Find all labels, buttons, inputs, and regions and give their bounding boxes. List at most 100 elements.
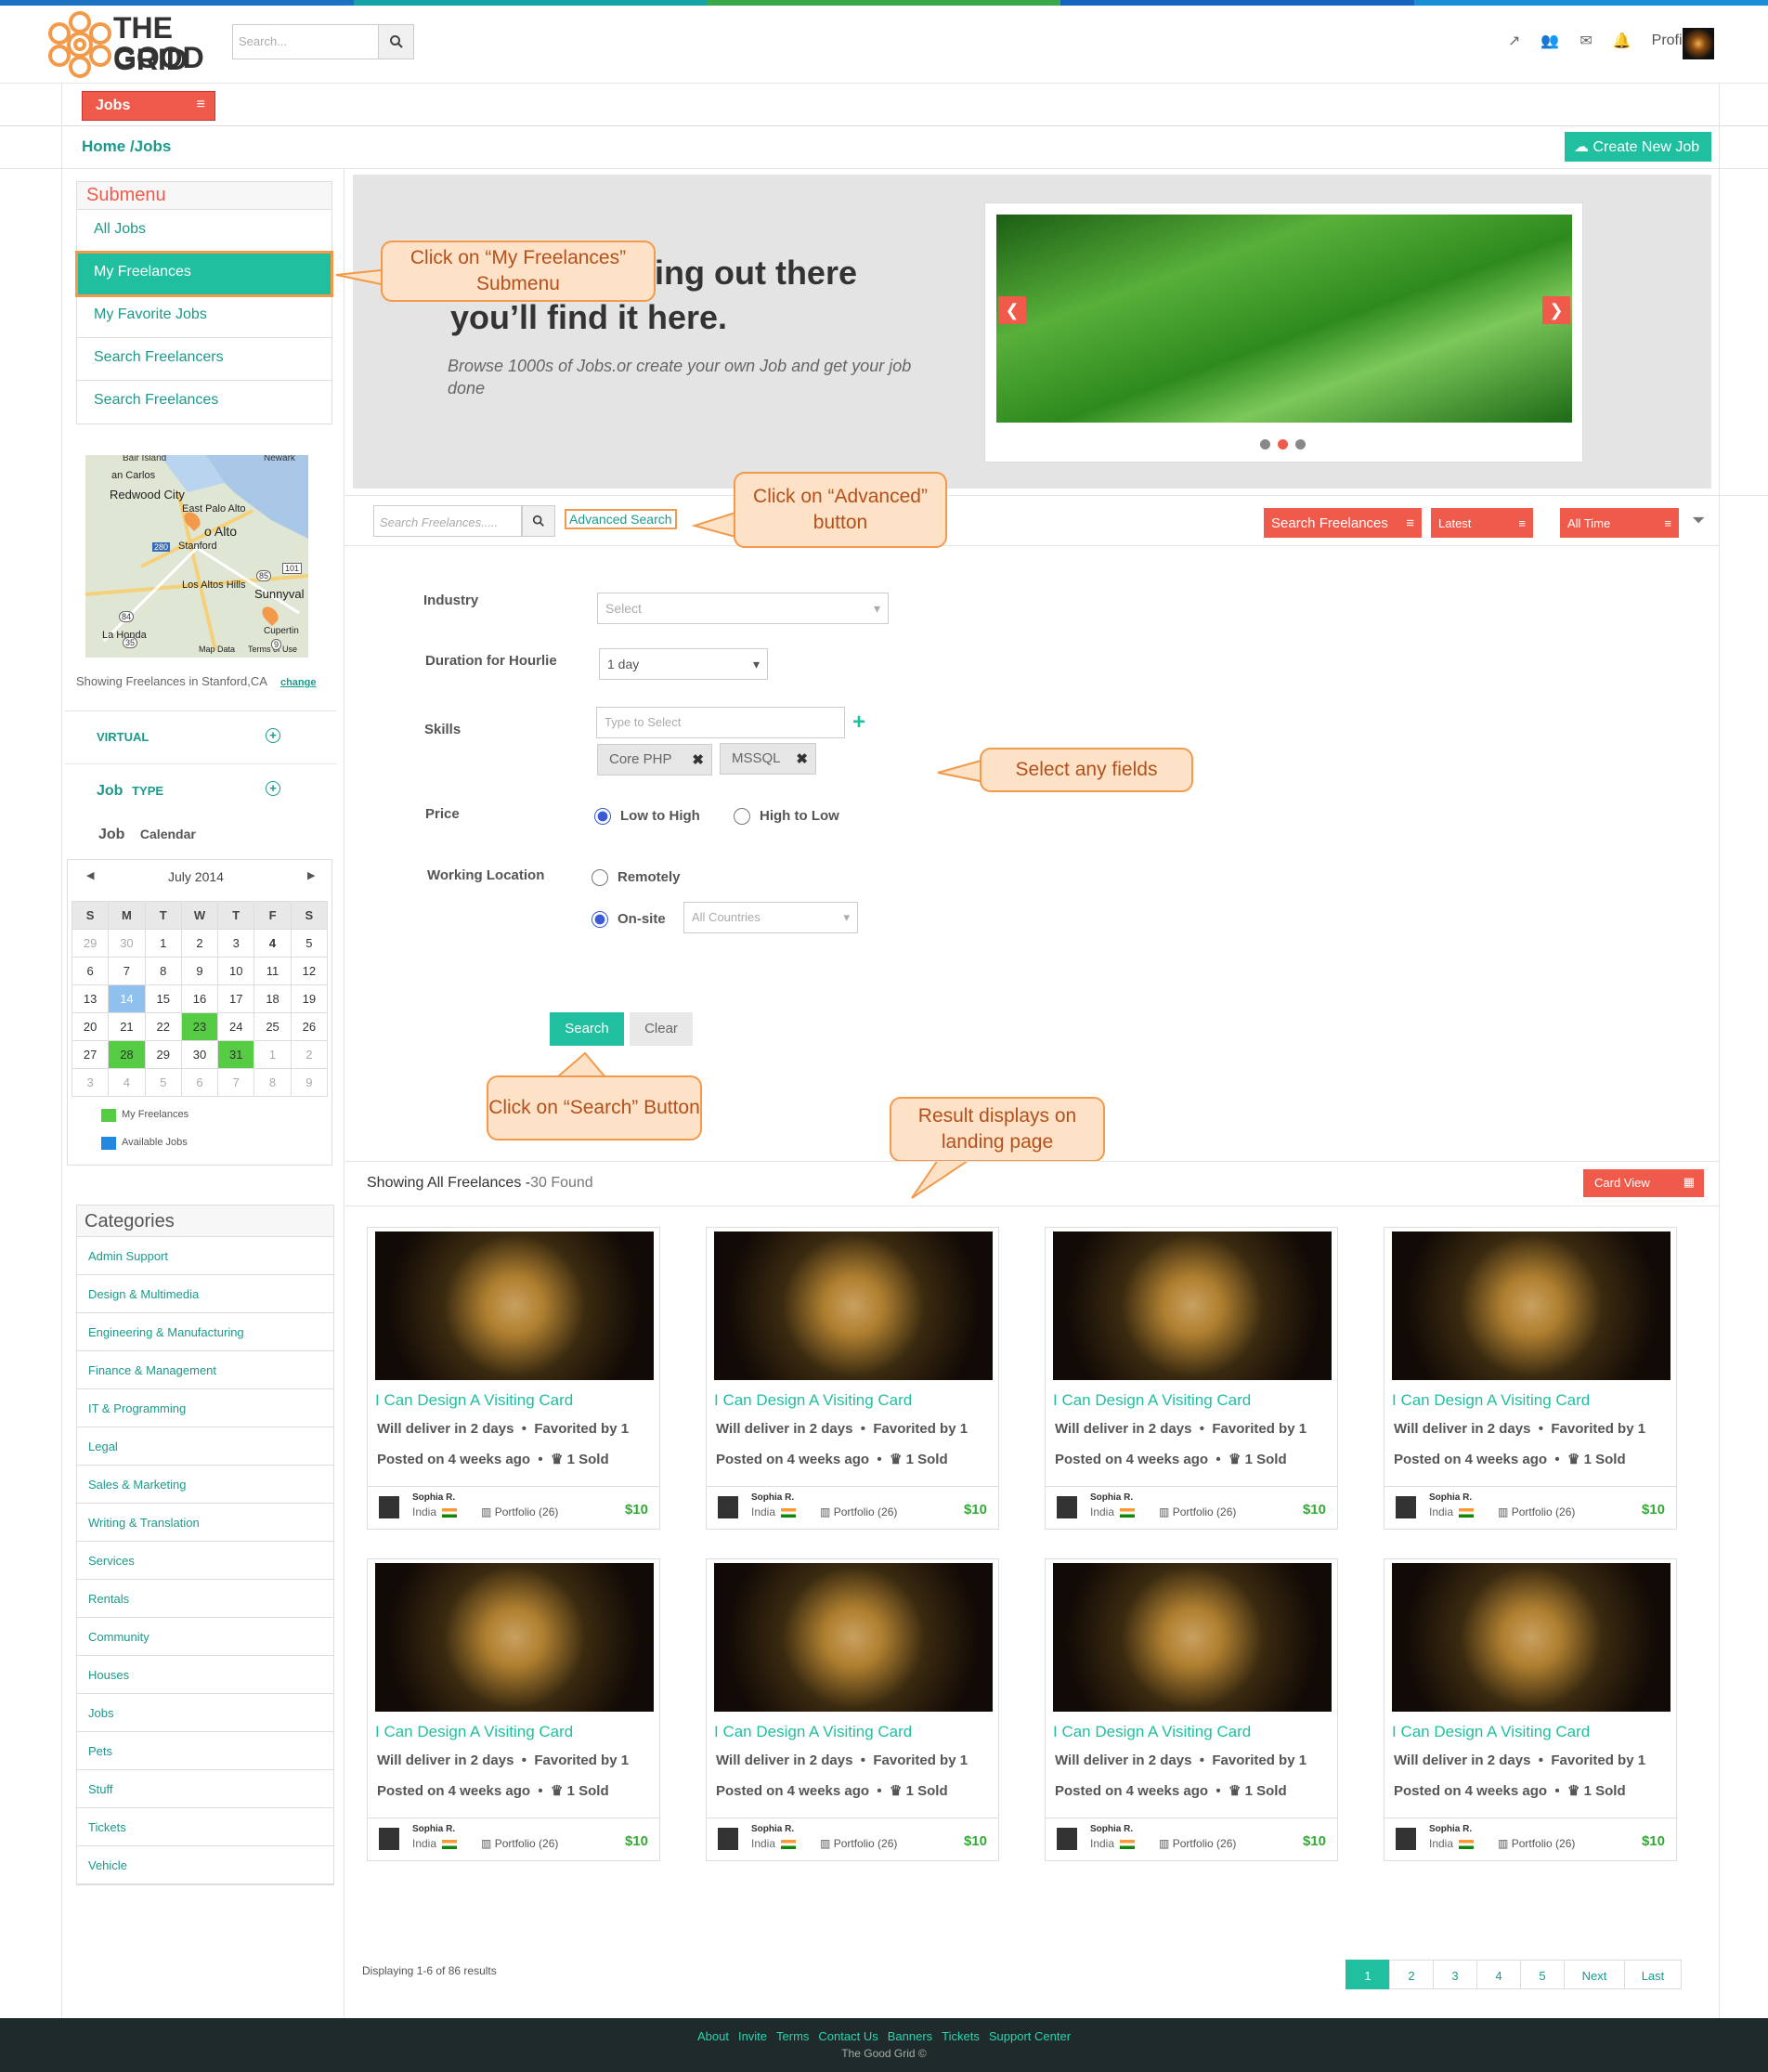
seller-avatar[interactable] xyxy=(379,1496,399,1518)
portfolio-link[interactable]: ▥ Portfolio (26) xyxy=(481,1505,558,1518)
seller-avatar[interactable] xyxy=(1396,1828,1416,1850)
category-item[interactable]: Sales & Marketing xyxy=(77,1466,333,1504)
card-title[interactable]: I Can Design A Visiting Card xyxy=(1053,1723,1251,1741)
card-title[interactable]: I Can Design A Visiting Card xyxy=(375,1391,573,1410)
category-item[interactable]: Pets xyxy=(77,1732,333,1770)
india-flag-icon xyxy=(1120,1839,1136,1849)
card-posted: Posted on 4 weeks ago xyxy=(1055,1783,1209,1799)
last-page-button[interactable]: Last xyxy=(1624,1960,1682,1989)
trophy-icon: ♛ xyxy=(550,1783,564,1799)
card-title[interactable]: I Can Design A Visiting Card xyxy=(714,1391,912,1410)
card-favorited: Favorited by 1 xyxy=(1212,1421,1307,1437)
freelance-card[interactable]: I Can Design A Visiting Card Will deliver… xyxy=(367,1558,660,1861)
portfolio-link[interactable]: ▥ Portfolio (26) xyxy=(1498,1505,1575,1518)
footer-link[interactable]: About xyxy=(697,2029,729,2043)
seller-name[interactable]: Sophia R. xyxy=(412,1492,455,1503)
seller-name[interactable]: Sophia R. xyxy=(1429,1824,1472,1834)
freelance-card[interactable]: I Can Design A Visiting Card Will deliver… xyxy=(1384,1227,1677,1530)
category-item[interactable]: Design & Multimedia xyxy=(77,1275,333,1313)
card-title[interactable]: I Can Design A Visiting Card xyxy=(1053,1391,1251,1410)
card-image[interactable] xyxy=(714,1563,993,1712)
page-button[interactable]: 1 xyxy=(1346,1960,1390,1989)
category-item[interactable]: Admin Support xyxy=(77,1237,333,1275)
portfolio-link[interactable]: ▥ Portfolio (26) xyxy=(820,1837,897,1850)
footer-link[interactable]: Terms xyxy=(776,2029,809,2043)
next-page-button[interactable]: Next xyxy=(1564,1960,1625,1989)
card-view-button[interactable]: Card View ▦ xyxy=(1583,1169,1704,1197)
category-item[interactable]: Finance & Management xyxy=(77,1351,333,1389)
portfolio-link[interactable]: ▥ Portfolio (26) xyxy=(1159,1505,1236,1518)
callout-my-freelances: Click on “My Freelances” Submenu xyxy=(381,241,656,302)
card-image[interactable] xyxy=(1392,1563,1670,1712)
category-item[interactable]: Houses xyxy=(77,1656,333,1694)
seller-avatar[interactable] xyxy=(1057,1496,1077,1518)
footer-copyright: The Good Grid © xyxy=(841,2047,927,2060)
seller-name[interactable]: Sophia R. xyxy=(751,1492,794,1503)
seller-avatar[interactable] xyxy=(718,1828,738,1850)
seller-avatar[interactable] xyxy=(1057,1828,1077,1850)
trophy-icon: ♛ xyxy=(1566,1452,1580,1467)
india-flag-icon xyxy=(781,1507,797,1518)
seller-avatar[interactable] xyxy=(1396,1496,1416,1518)
page-button[interactable]: 3 xyxy=(1433,1960,1477,1989)
page-button[interactable]: 5 xyxy=(1520,1960,1565,1989)
freelance-card[interactable]: I Can Design A Visiting Card Will deliver… xyxy=(706,1558,999,1861)
card-meta-2: Posted on 4 weeks ago • ♛ 1 Sold xyxy=(1055,1452,1287,1467)
footer-link[interactable]: Banners xyxy=(888,2029,932,2043)
footer-link[interactable]: Tickets xyxy=(942,2029,980,2043)
card-meta-1: Will deliver in 2 days • Favorited by 1 xyxy=(1394,1421,1646,1437)
category-item[interactable]: IT & Programming xyxy=(77,1389,333,1427)
page-button[interactable]: 4 xyxy=(1476,1960,1521,1989)
category-item[interactable]: Jobs xyxy=(77,1694,333,1732)
footer-link[interactable]: Support Center xyxy=(989,2029,1071,2043)
seller-name[interactable]: Sophia R. xyxy=(751,1824,794,1834)
card-image[interactable] xyxy=(375,1231,654,1380)
seller-name[interactable]: Sophia R. xyxy=(1090,1492,1133,1503)
card-title[interactable]: I Can Design A Visiting Card xyxy=(714,1723,912,1741)
card-posted: Posted on 4 weeks ago xyxy=(377,1783,531,1799)
portfolio-link[interactable]: ▥ Portfolio (26) xyxy=(820,1505,897,1518)
card-image[interactable] xyxy=(1053,1231,1332,1380)
category-item[interactable]: Rentals xyxy=(77,1580,333,1618)
seller-country-wrap: India xyxy=(412,1837,458,1850)
card-image[interactable] xyxy=(714,1231,993,1380)
category-item[interactable]: Legal xyxy=(77,1427,333,1466)
card-image[interactable] xyxy=(1392,1231,1670,1380)
seller-name[interactable]: Sophia R. xyxy=(1429,1492,1472,1503)
card-title[interactable]: I Can Design A Visiting Card xyxy=(1392,1723,1590,1741)
freelance-card[interactable]: I Can Design A Visiting Card Will deliver… xyxy=(367,1227,660,1530)
seller-avatar[interactable] xyxy=(718,1496,738,1518)
freelance-card[interactable]: I Can Design A Visiting Card Will deliver… xyxy=(1384,1558,1677,1861)
card-image[interactable] xyxy=(1053,1563,1332,1712)
portfolio-label: Portfolio (26) xyxy=(1172,1837,1237,1850)
category-item[interactable]: Engineering & Manufacturing xyxy=(77,1313,333,1351)
freelance-card[interactable]: I Can Design A Visiting Card Will deliver… xyxy=(1045,1227,1338,1530)
portfolio-link[interactable]: ▥ Portfolio (26) xyxy=(1159,1837,1236,1850)
portfolio-link[interactable]: ▥ Portfolio (26) xyxy=(1498,1837,1575,1850)
india-flag-icon xyxy=(442,1507,458,1518)
seller-country: India xyxy=(751,1837,776,1850)
seller-country: India xyxy=(1090,1837,1115,1850)
seller-avatar[interactable] xyxy=(379,1828,399,1850)
footer-links: About Invite Terms Contact Us Banners Tickets… xyxy=(0,2018,1768,2043)
category-item[interactable]: Stuff xyxy=(77,1770,333,1808)
card-price: $10 xyxy=(1302,1502,1326,1518)
category-item[interactable]: Community xyxy=(77,1618,333,1656)
category-item[interactable]: Writing & Translation xyxy=(77,1504,333,1542)
seller-country-wrap: India xyxy=(1429,1837,1475,1850)
seller-name[interactable]: Sophia R. xyxy=(412,1824,455,1834)
footer-link[interactable]: Invite xyxy=(738,2029,767,2043)
category-item[interactable]: Services xyxy=(77,1542,333,1580)
category-item[interactable]: Tickets xyxy=(77,1808,333,1846)
card-title[interactable]: I Can Design A Visiting Card xyxy=(375,1723,573,1741)
card-image[interactable] xyxy=(375,1563,654,1712)
category-item[interactable]: Vehicle xyxy=(77,1846,333,1884)
card-footer: Sophia R. India ▥ Portfolio (26) $10 xyxy=(368,1486,659,1531)
seller-name[interactable]: Sophia R. xyxy=(1090,1824,1133,1834)
freelance-card[interactable]: I Can Design A Visiting Card Will deliver… xyxy=(1045,1558,1338,1861)
footer-link[interactable]: Contact Us xyxy=(818,2029,878,2043)
portfolio-link[interactable]: ▥ Portfolio (26) xyxy=(481,1837,558,1850)
freelance-card[interactable]: I Can Design A Visiting Card Will deliver… xyxy=(706,1227,999,1530)
card-title[interactable]: I Can Design A Visiting Card xyxy=(1392,1391,1590,1410)
page-button[interactable]: 2 xyxy=(1389,1960,1434,1989)
